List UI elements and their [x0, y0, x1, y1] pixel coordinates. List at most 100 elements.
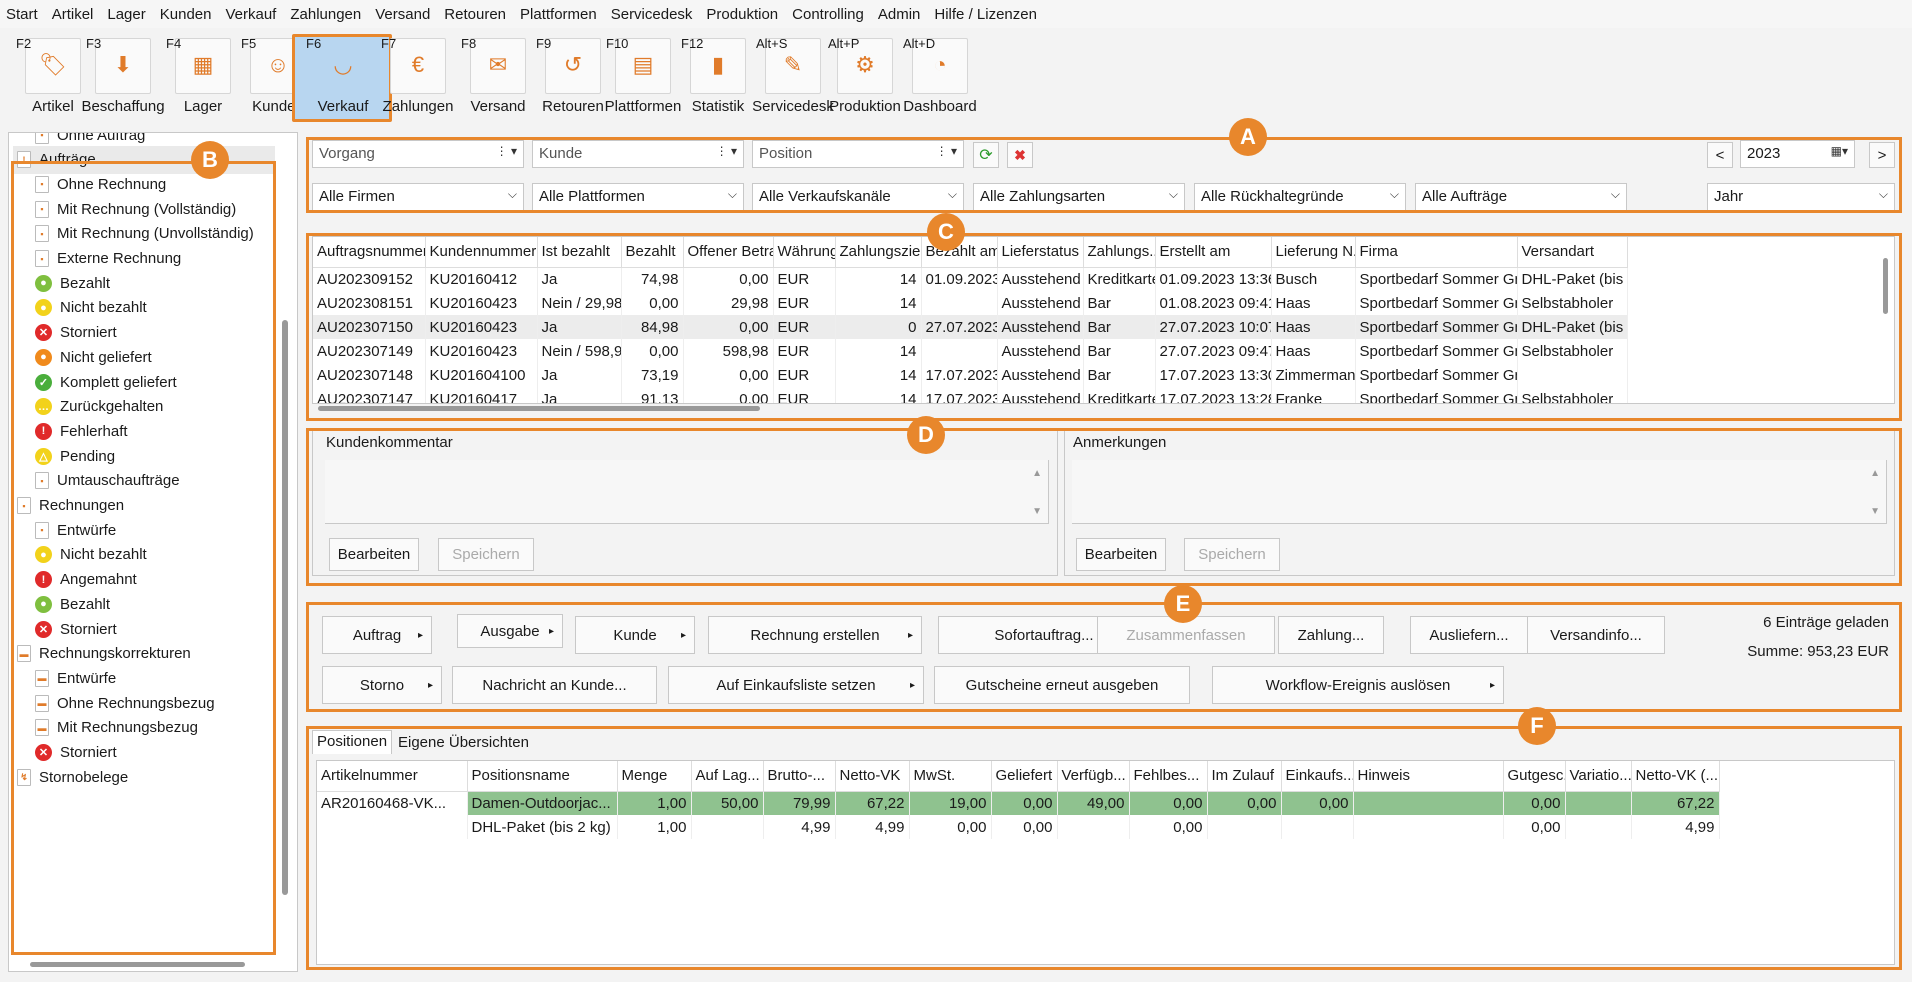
action-ausliefern-button[interactable]: Ausliefern... — [1410, 616, 1528, 654]
menu-controlling[interactable]: Controlling — [792, 6, 864, 23]
verkaufskanaele-select[interactable]: Alle Verkaufskanäle ⌵ — [752, 183, 964, 211]
action-zahlung-button[interactable]: Zahlung... — [1278, 616, 1384, 654]
sidebar-scrollbar[interactable] — [282, 320, 288, 895]
menu-produktion[interactable]: Produktion — [706, 6, 778, 23]
column-header[interactable]: Firma — [1355, 237, 1518, 268]
column-header[interactable]: Im Zulauf — [1207, 761, 1282, 792]
column-header[interactable]: Brutto-... — [763, 761, 836, 792]
orders-vscrollbar[interactable] — [1883, 258, 1888, 314]
column-header[interactable]: Offener Betrag — [683, 237, 774, 268]
zahlungsarten-select[interactable]: Alle Zahlungsarten ⌵ — [973, 183, 1185, 211]
column-header[interactable]: Positionsname — [467, 761, 618, 792]
column-header[interactable]: Lieferstatus — [997, 237, 1084, 268]
action-stornobutton[interactable]: Storno ▸ — [322, 666, 442, 704]
menu-plattformen[interactable]: Plattformen — [520, 6, 597, 23]
menu-kunden[interactable]: Kunden — [160, 6, 212, 23]
toolbar-zahlungen-button[interactable]: F7 € Zahlungen — [375, 34, 455, 118]
action-auf-einkaufsliste-setzenbutton[interactable]: Auf Einkaufsliste setzen ▸ — [668, 666, 924, 704]
menu-artikel[interactable]: Artikel — [52, 6, 94, 23]
kommentar-edit-button[interactable]: Bearbeiten — [329, 538, 419, 571]
plattformen-select[interactable]: Alle Plattformen ⌵ — [532, 183, 744, 211]
column-header[interactable]: MwSt. — [909, 761, 992, 792]
column-header[interactable]: Fehlbes... — [1129, 761, 1208, 792]
table-row[interactable]: DHL-Paket (bis 2 kg) 1,00 4,99 4,99 0,00 0,00… — [317, 815, 1720, 839]
table-row[interactable]: AU202307150 KU20160423 Ja 84,98 0,00 EUR 0 27.0… — [313, 315, 1628, 339]
action-versandinfo-button[interactable]: Versandinfo... — [1527, 616, 1665, 654]
column-header[interactable]: Geliefert — [991, 761, 1058, 792]
firmen-select[interactable]: Alle Firmen ⌵ — [312, 183, 524, 211]
rueckhaltegruende-select[interactable]: Alle Rückhaltegründe ⌵ — [1194, 183, 1406, 211]
kommentar-save-button[interactable]: Speichern — [438, 538, 534, 571]
period-select[interactable]: Jahr ⌵ — [1707, 183, 1895, 211]
kunde-field[interactable]: Kunde ⋮ ▾ — [532, 140, 744, 168]
column-header[interactable]: Einkaufs... — [1281, 761, 1354, 792]
table-row[interactable]: AU202307147 KU20160417 Ja 91,13 0,00 EUR 14 17.… — [313, 387, 1628, 403]
menu-start[interactable]: Start — [6, 6, 38, 23]
menu-servicedesk[interactable]: Servicedesk — [611, 6, 693, 23]
menu-verkauf[interactable]: Verkauf — [225, 6, 276, 23]
action-ausgabebutton[interactable]: Ausgabe ▸ — [457, 614, 563, 648]
toolbar-artikel-button[interactable]: F2 🏷 Artikel — [10, 34, 90, 118]
column-header[interactable]: Zahlungs... — [1083, 237, 1156, 268]
anmerkungen-save-button[interactable]: Speichern — [1184, 538, 1280, 571]
action-workflow-ereignis-auslösenbutton[interactable]: Workflow-Ereignis auslösen ▸ — [1212, 666, 1504, 704]
action-kundebutton[interactable]: Kunde ▸ — [575, 616, 695, 654]
column-header[interactable]: Artikelnummer — [317, 761, 468, 792]
tab-positionen[interactable]: Positionen — [312, 730, 392, 754]
orders-hscrollbar[interactable] — [318, 406, 760, 411]
table-row[interactable]: AU202307148 KU201604100 Ja 73,19 0,00 EUR 14 17… — [313, 363, 1628, 387]
toolbar-statistik-button[interactable]: F12 ▮ Statistik — [675, 34, 755, 118]
kundenkommentar-textarea[interactable]: ▲ ▼ — [325, 460, 1049, 524]
next-year-button[interactable]: > — [1869, 142, 1895, 168]
column-header[interactable]: Menge — [617, 761, 692, 792]
column-header[interactable]: Zahlungsziel... — [835, 237, 922, 268]
action-nachricht-an-kunde-button[interactable]: Nachricht an Kunde... — [452, 666, 657, 704]
toolbar-servicedesk-button[interactable]: Alt+S ✎ Servicedesk — [750, 34, 834, 118]
menu-retouren[interactable]: Retouren — [444, 6, 506, 23]
table-row[interactable]: AR20160468-VK... Damen-Outdoorjac... 1,00 5… — [317, 791, 1720, 815]
calendar-icon[interactable]: ▦▾ — [1831, 144, 1848, 158]
toolbar-versand-button[interactable]: F8 ✉ Versand — [455, 34, 535, 118]
sidebar-item-stornobelege[interactable]: ↯ Stornobelege — [13, 763, 275, 791]
column-header[interactable]: Gutgesc... — [1503, 761, 1566, 792]
menu-admin[interactable]: Admin — [878, 6, 921, 23]
tab-eigene-uebersichten[interactable]: Eigene Übersichten — [396, 732, 531, 753]
auftraege-select[interactable]: Alle Aufträge ⌵ — [1415, 183, 1627, 211]
column-header[interactable]: Auftragsnummer — [313, 237, 426, 268]
toolbar-lager-button[interactable]: F4 ▦ Lager — [160, 34, 240, 118]
menu-hilfe-lizenzen[interactable]: Hilfe / Lizenzen — [934, 6, 1037, 23]
anmerkungen-textarea[interactable]: ▲ ▼ — [1072, 460, 1887, 524]
refresh-icon[interactable]: ⟳ — [973, 142, 999, 168]
column-header[interactable]: Bezahlt — [621, 237, 684, 268]
table-row[interactable]: AU202309152 KU20160412 Ja 74,98 0,00 EUR 14 01.… — [313, 267, 1628, 291]
toolbar-dashboard-button[interactable]: Alt+D ◔ Dashboard — [897, 34, 977, 118]
table-row[interactable]: AU202308151 KU20160423 Nein / 29,98 0,00 29,… — [313, 291, 1628, 315]
column-header[interactable]: Hinweis — [1353, 761, 1504, 792]
menu-versand[interactable]: Versand — [375, 6, 430, 23]
table-row[interactable]: AU202307149KU20160423Nein / 598,980,0059… — [313, 339, 1628, 363]
column-header[interactable]: Lieferung N... — [1271, 237, 1356, 268]
column-header[interactable]: Erstellt am — [1155, 237, 1272, 268]
prev-year-button[interactable]: < — [1707, 142, 1733, 168]
toolbar-plattformen-button[interactable]: F10 ▤ Plattformen — [600, 34, 682, 118]
menu-zahlungen[interactable]: Zahlungen — [290, 6, 361, 23]
column-header[interactable]: Kundennummer — [425, 237, 538, 268]
clear-filter-icon[interactable]: ✖ — [1007, 142, 1033, 168]
year-field[interactable]: 2023 ▦▾ — [1740, 140, 1855, 168]
menu-lager[interactable]: Lager — [107, 6, 145, 23]
toolbar-verkauf-button[interactable]: F6 ◡ Verkauf — [292, 34, 392, 122]
anmerkungen-edit-button[interactable]: Bearbeiten — [1076, 538, 1166, 571]
column-header[interactable]: Verfügb... — [1057, 761, 1130, 792]
column-header[interactable]: Variatio... — [1565, 761, 1632, 792]
action-gutscheine-erneut-ausgebenbutton[interactable]: Gutscheine erneut ausgeben — [934, 666, 1190, 704]
column-header[interactable]: Netto-VK (... — [1631, 761, 1720, 792]
column-header[interactable]: Auf Lag... — [691, 761, 764, 792]
toolbar-produktion-button[interactable]: Alt+P ⚙ Produktion — [822, 34, 902, 118]
column-header[interactable]: Ist bezahlt — [537, 237, 622, 268]
toolbar-retouren-button[interactable]: F9 ↺ Retouren — [530, 34, 610, 118]
vorgang-field[interactable]: Vorgang ⋮ ▾ — [312, 140, 524, 168]
toolbar-beschaffung-button[interactable]: F3 ⬇ Beschaffung — [80, 34, 164, 118]
action-rechnung-erstellenbutton[interactable]: Rechnung erstellen ▸ — [708, 616, 922, 654]
action-auftragbutton[interactable]: Auftrag ▸ — [322, 616, 432, 654]
column-header[interactable]: Währung — [773, 237, 836, 268]
